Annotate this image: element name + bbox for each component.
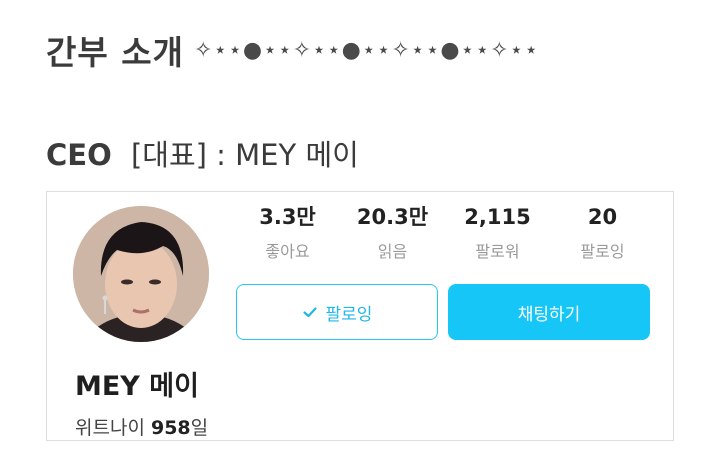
- following-button-label: 팔로잉: [325, 304, 373, 325]
- membership-days: 위트나이 958일: [75, 413, 208, 440]
- profile-card: 3.3만 좋아요 20.3만 읽음 2,115 팔로워 20 팔로잉 팔로잉 채…: [46, 191, 674, 441]
- role-line: CEO [대표] : MEY 메이: [46, 132, 359, 174]
- days-suffix: 일: [190, 417, 209, 439]
- following-button[interactable]: 팔로잉: [236, 284, 438, 340]
- stat-followers[interactable]: 2,115 팔로워: [445, 202, 550, 262]
- profile-name: MEY 메이: [75, 371, 199, 402]
- profile-stats: 3.3만 좋아요 20.3만 읽음 2,115 팔로워 20 팔로잉: [235, 202, 655, 262]
- stat-label: 읽음: [377, 242, 408, 261]
- section-decoration: ✧⋆⋆●⋆⋆✧⋆⋆●⋆⋆✧⋆⋆●⋆⋆✧⋆⋆: [193, 37, 540, 63]
- avatar[interactable]: [73, 206, 209, 342]
- stat-value: 2,115: [464, 205, 531, 229]
- stat-label: 좋아요: [265, 242, 310, 261]
- stat-value: 20: [587, 205, 618, 229]
- stat-label: 팔로잉: [580, 242, 625, 261]
- section-header: 간부 소개 ✧⋆⋆●⋆⋆✧⋆⋆●⋆⋆✧⋆⋆●⋆⋆✧⋆⋆: [46, 26, 539, 74]
- stat-reads: 20.3만 읽음: [340, 202, 445, 262]
- chat-button[interactable]: 채팅하기: [448, 284, 650, 340]
- stat-value: 20.3만: [356, 205, 429, 229]
- role-detail: [대표] : MEY 메이: [130, 138, 359, 172]
- stat-label: 팔로워: [475, 242, 520, 261]
- days-prefix: 위트나이: [75, 417, 145, 439]
- role-label: CEO: [46, 138, 112, 172]
- chat-button-label: 채팅하기: [517, 304, 581, 325]
- stat-likes: 3.3만 좋아요: [235, 202, 340, 262]
- stat-value: 3.3만: [259, 205, 316, 229]
- stat-following[interactable]: 20 팔로잉: [550, 202, 655, 262]
- days-count: 958: [150, 417, 191, 439]
- check-icon: [302, 307, 317, 318]
- avatar-image: [73, 206, 209, 342]
- section-title: 간부 소개: [46, 33, 184, 72]
